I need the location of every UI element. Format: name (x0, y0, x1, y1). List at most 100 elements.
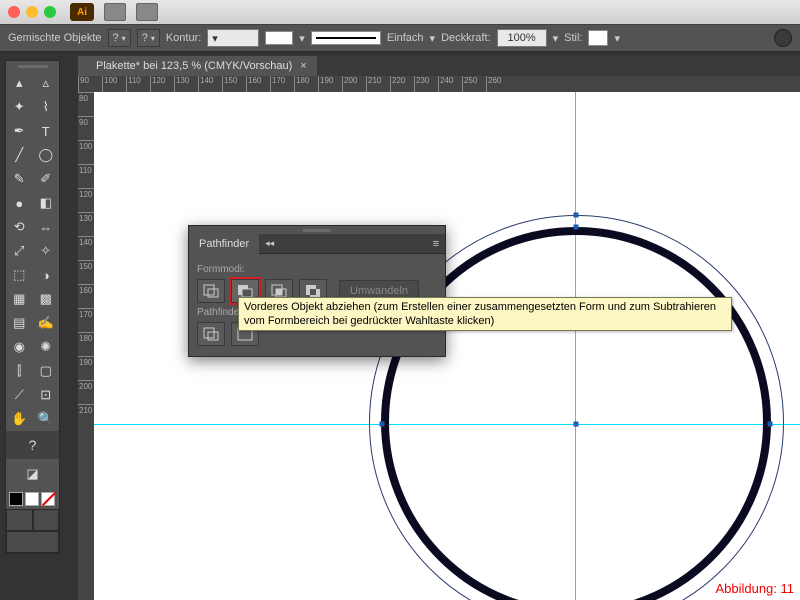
document-tab[interactable]: Plakette* bei 123,5 % (CMYK/Vorschau) × (78, 56, 317, 76)
mesh-tool[interactable]: ▩ (33, 287, 60, 311)
zoom-window-button[interactable] (44, 6, 56, 18)
panel-tab-pathfinder[interactable]: Pathfinder (189, 234, 259, 254)
horizontal-ruler: 9010011012013014015016017018019020021022… (78, 76, 800, 92)
ruler-tick: 260 (486, 76, 510, 92)
document-tab-label: Plakette* bei 123,5 % (CMYK/Vorschau) (96, 60, 292, 72)
fill-dropdown[interactable]: ?▾ (108, 29, 131, 47)
eyedropper-tool[interactable]: ✍ (33, 311, 60, 335)
fill-stroke-tool[interactable]: ◪ (6, 459, 59, 489)
ruler-tick: 100 (102, 76, 126, 92)
symbol-sprayer-tool[interactable]: ✺ (33, 335, 60, 359)
screen-mode[interactable] (6, 531, 59, 553)
panel-options-icon[interactable] (774, 29, 792, 47)
ruler-tick: 200 (342, 76, 366, 92)
black-swatch[interactable] (9, 492, 23, 506)
direct-selection-tool[interactable]: ▵ (33, 71, 60, 95)
rotate-tool[interactable]: ⟲ (6, 215, 33, 239)
toolbox-grip[interactable] (6, 61, 59, 71)
stroke-swatch[interactable] (265, 31, 293, 45)
close-window-button[interactable] (8, 6, 20, 18)
panel-menu-icon[interactable]: ≡ (427, 238, 445, 250)
pen-tool[interactable]: ✒ (6, 119, 33, 143)
selection-tool[interactable]: ▴ (6, 71, 33, 95)
magic-wand-tool[interactable]: ✦ (6, 95, 33, 119)
anchor-point[interactable] (574, 213, 579, 218)
hand-tool[interactable]: ✋ (6, 407, 33, 431)
stroke-weight-input[interactable]: ▾ (207, 29, 259, 47)
ruler-tick: 150 (78, 260, 94, 284)
opacity-label: Deckkraft: (441, 32, 491, 44)
column-graph-tool[interactable]: ⫿ (6, 359, 33, 383)
zoom-tool[interactable]: 🔍 (33, 407, 60, 431)
ruler-tick: 110 (78, 164, 94, 188)
draw-behind[interactable] (33, 509, 60, 531)
ruler-tick: 80 (78, 92, 94, 116)
ruler-tick: 200 (78, 380, 94, 404)
opacity-input[interactable]: 100% (497, 29, 547, 47)
eraser-tool[interactable]: ◧ (33, 191, 60, 215)
reflect-tool[interactable]: ⇔ (33, 215, 60, 239)
arrange-documents-button[interactable] (136, 3, 158, 21)
ruler-tick: 130 (78, 212, 94, 236)
anchor-point[interactable] (380, 422, 385, 427)
divide-button[interactable] (197, 322, 225, 346)
dropdown-icon: ▾ (614, 32, 620, 45)
shape-builder-tool[interactable]: ◑ (33, 263, 60, 287)
blend-tool[interactable]: ◉ (6, 335, 33, 359)
gradient-tool[interactable]: ▤ (6, 311, 33, 335)
lasso-tool[interactable]: ⌇ (33, 95, 60, 119)
slice-select-tool[interactable]: ⊡ (33, 383, 60, 407)
anchor-point[interactable] (574, 225, 579, 230)
ruler-tick: 230 (414, 76, 438, 92)
pencil-tool[interactable]: ✐ (33, 167, 60, 191)
ruler-tick: 160 (78, 284, 94, 308)
none-swatch[interactable] (41, 492, 55, 506)
pathfinder-panel[interactable]: Pathfinder ◂◂ ≡ Formmodi: Umwandeln Path… (188, 225, 446, 357)
document-tabs: Plakette* bei 123,5 % (CMYK/Vorschau) × (78, 56, 800, 76)
draw-normal[interactable] (6, 509, 33, 531)
stroke-dropdown[interactable]: ?▾ (137, 29, 160, 47)
anchor-point[interactable] (574, 422, 579, 427)
artboard-tool[interactable]: ▢ (33, 359, 60, 383)
ruler-tick: 100 (78, 140, 94, 164)
blob-brush-tool[interactable]: ● (6, 191, 33, 215)
scale-tool[interactable]: ⤢ (6, 239, 33, 263)
ruler-tick: 210 (78, 404, 94, 428)
panel-header: Pathfinder ◂◂ ≡ (189, 234, 445, 254)
type-tool[interactable]: T (33, 119, 60, 143)
ruler-tick: 190 (78, 356, 94, 380)
figure-caption: Abbildung: 11 (715, 581, 794, 596)
ruler-tick: 90 (78, 76, 102, 92)
unite-button[interactable] (197, 279, 225, 303)
white-swatch[interactable] (25, 492, 39, 506)
ruler-tick: 150 (222, 76, 246, 92)
ruler-tick: 120 (150, 76, 174, 92)
style-swatch[interactable] (588, 30, 608, 46)
close-tab-icon[interactable]: × (300, 60, 306, 72)
ruler-tick: 240 (438, 76, 462, 92)
control-bar: Gemischte Objekte ?▾ ?▾ Kontur: ▾ ▾ Einf… (0, 24, 800, 52)
tooltip: Vorderes Objekt abziehen (zum Erstellen … (238, 297, 732, 331)
width-profile[interactable] (311, 31, 381, 45)
ruler-tick: 210 (366, 76, 390, 92)
style-label: Stil: (564, 32, 582, 44)
dropdown-icon: ▾ (299, 32, 305, 45)
width-tool[interactable]: ✧ (33, 239, 60, 263)
ruler-tick: 180 (294, 76, 318, 92)
titlebar: Ai (0, 0, 800, 24)
brush-label: Einfach (387, 32, 424, 44)
unknown-tool[interactable]: ? (6, 431, 59, 459)
minimize-window-button[interactable] (26, 6, 38, 18)
ellipse-tool[interactable]: ◯ (33, 143, 60, 167)
collapse-icon[interactable]: ◂◂ (259, 238, 280, 249)
anchor-point[interactable] (768, 422, 773, 427)
free-transform-tool[interactable]: ⬚ (6, 263, 33, 287)
line-tool[interactable]: ╱ (6, 143, 33, 167)
ruler-tick: 130 (174, 76, 198, 92)
perspective-tool[interactable]: ▦ (6, 287, 33, 311)
paintbrush-tool[interactable]: ✎ (6, 167, 33, 191)
bridge-button[interactable] (104, 3, 126, 21)
shape-modes-label: Formmodi: (197, 264, 437, 275)
ruler-tick: 170 (78, 308, 94, 332)
slice-tool[interactable]: ⟋ (6, 383, 33, 407)
